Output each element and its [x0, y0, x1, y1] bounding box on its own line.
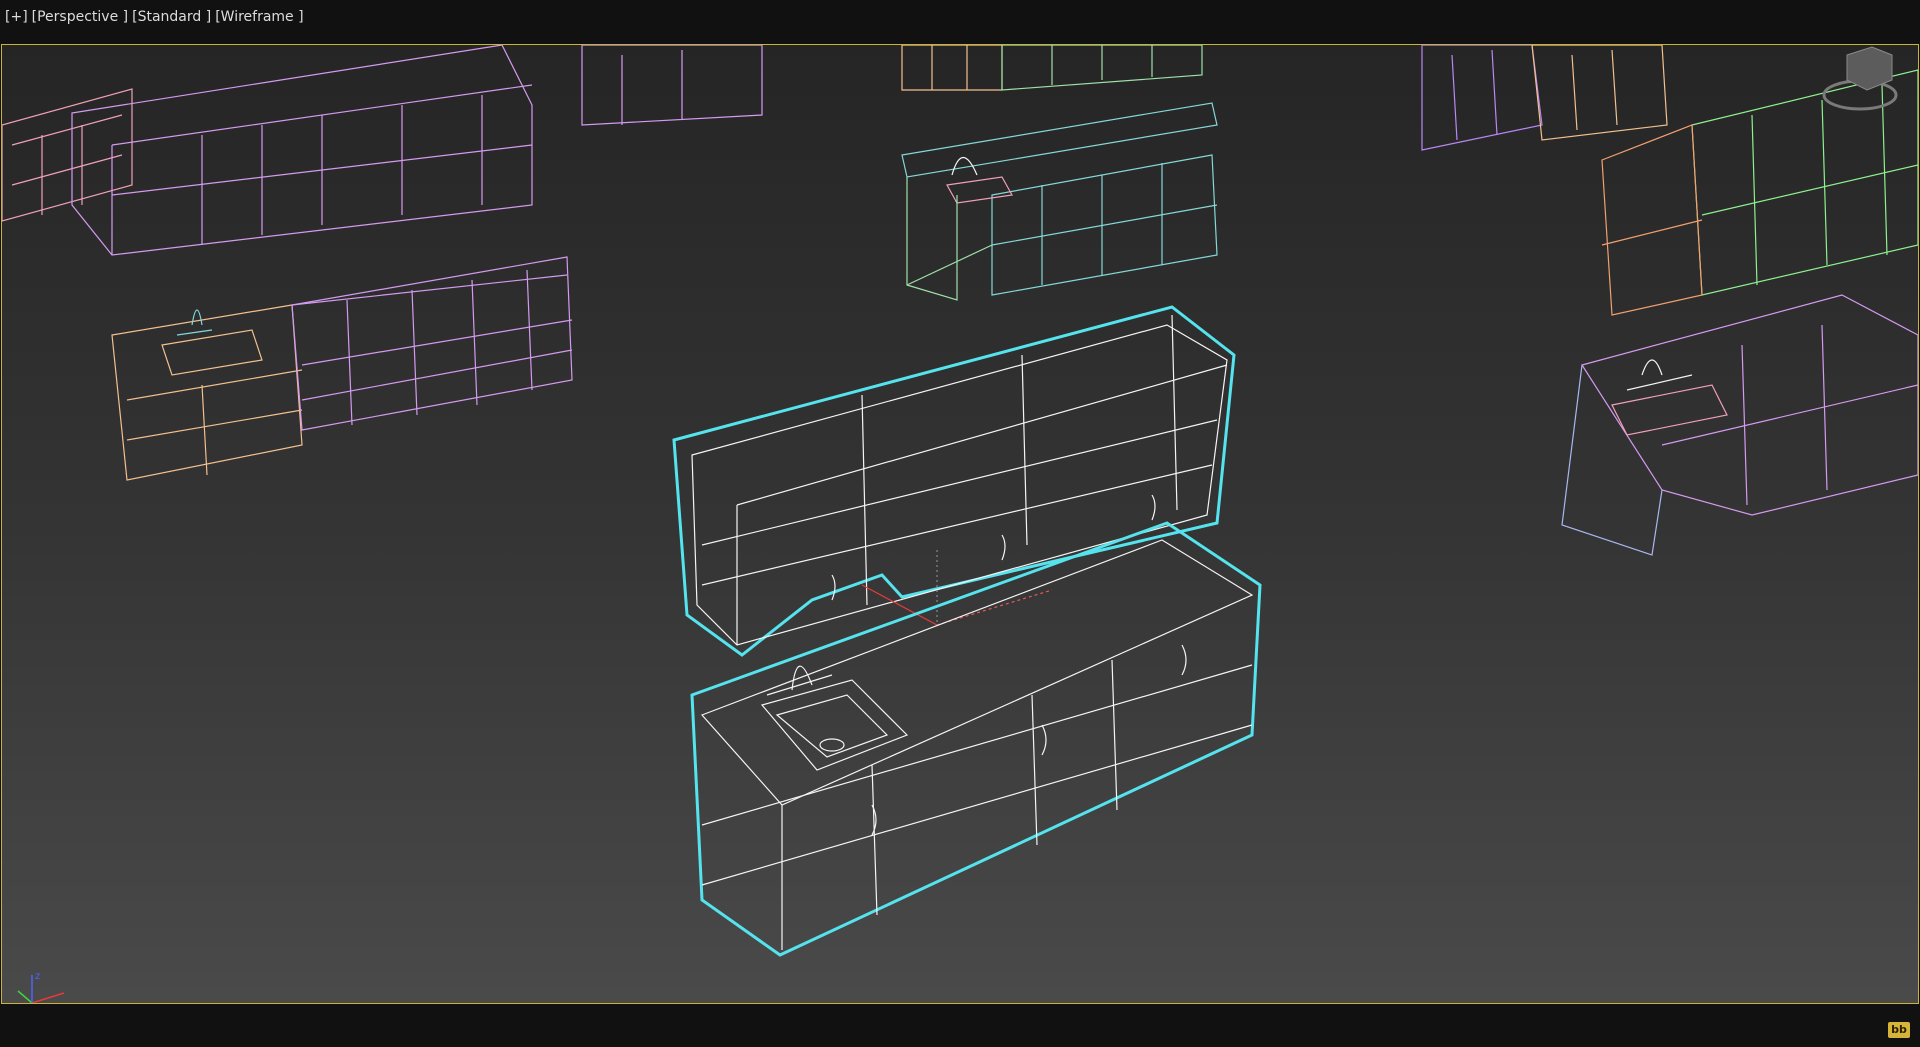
viewport-label-menu: [+] [Perspective ] [Standard ] [Wirefram… — [5, 9, 304, 25]
cabinet-group-top-center-mint[interactable] — [1001, 45, 1203, 91]
sink-faucet-left[interactable] — [176, 309, 213, 336]
perspective-viewport[interactable]: z — [1, 44, 1919, 1004]
viewport-general-menu[interactable]: [+] — [5, 9, 28, 25]
cabinet-group-top-right-peach[interactable] — [1531, 45, 1668, 141]
viewport-corner-button[interactable]: bb — [1888, 1022, 1910, 1038]
scene-wireframe[interactable]: z — [2, 45, 1918, 1003]
viewport-display-mode-menu[interactable]: [Wireframe ] — [215, 9, 303, 25]
sink-cabinet-right[interactable] — [1581, 294, 1918, 516]
viewport-footer: bb — [0, 1004, 1920, 1047]
axis-tripod: z — [17, 971, 65, 1003]
cabinet-right-upper-orange[interactable] — [1601, 124, 1703, 316]
upper-cabinet-selected[interactable] — [672, 305, 1236, 657]
cabinet-group-top-center[interactable] — [901, 45, 1003, 91]
base-cabinet-selected[interactable] — [690, 521, 1262, 957]
cabinet-group-top-right[interactable] — [1421, 45, 1543, 151]
axis-z-label: z — [35, 971, 40, 982]
cabinet-run-left-violet[interactable] — [291, 256, 573, 431]
sink-cabinet-top-middle[interactable] — [901, 102, 1218, 296]
viewcube-icon[interactable] — [1822, 46, 1898, 111]
viewport-shading-style-menu[interactable]: [Standard ] — [132, 9, 211, 25]
viewport-point-of-view-menu[interactable]: [Perspective ] — [32, 9, 128, 25]
cabinet-group-top-left-violet[interactable] — [71, 45, 763, 256]
sink-cabinet-top-middle-side[interactable] — [906, 177, 993, 301]
cabinet-right-upper-green[interactable] — [1691, 69, 1918, 296]
sink-cabinet-right-side[interactable] — [1561, 359, 1728, 556]
transform-gizmo[interactable] — [861, 550, 1053, 626]
viewport-header: [+] [Perspective ] [Standard ] [Wirefram… — [0, 0, 1920, 44]
